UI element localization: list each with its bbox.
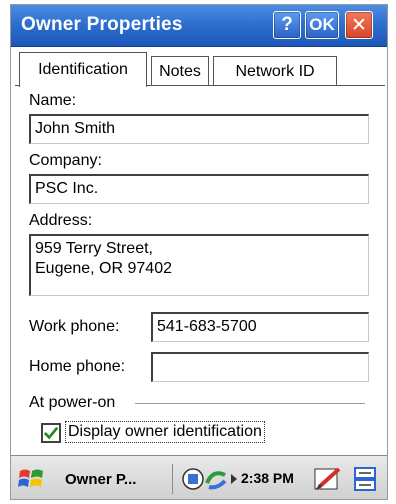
company-label: Company: bbox=[29, 152, 102, 169]
clock[interactable]: 2:38 PM bbox=[241, 470, 294, 486]
ok-button[interactable]: OK bbox=[305, 11, 339, 39]
power-on-group-label: At power-on bbox=[29, 394, 116, 411]
taskbar: Owner P... 2:38 PM bbox=[11, 455, 387, 499]
tab-identification[interactable]: Identification bbox=[19, 52, 147, 87]
help-button[interactable]: ? bbox=[273, 11, 301, 39]
display-owner-checkbox[interactable] bbox=[41, 423, 61, 443]
close-button[interactable]: ✕ bbox=[345, 11, 373, 39]
taskbar-app-button[interactable]: Owner P... bbox=[55, 464, 173, 494]
windows-flag-icon[interactable] bbox=[17, 466, 47, 492]
address-field[interactable]: 959 Terry Street, Eugene, OR 97402 bbox=[29, 234, 369, 296]
title-bar: Owner Properties ? OK ✕ bbox=[11, 5, 387, 47]
work-phone-label: Work phone: bbox=[29, 318, 120, 335]
edit-icon[interactable] bbox=[313, 465, 343, 493]
window-title: Owner Properties bbox=[21, 14, 183, 35]
work-phone-field[interactable]: 541-683-5700 bbox=[151, 312, 369, 342]
sync-icon bbox=[205, 471, 237, 490]
display-owner-label[interactable]: Display owner identification bbox=[65, 421, 265, 443]
name-label: Name: bbox=[29, 92, 77, 109]
address-label: Address: bbox=[29, 212, 93, 229]
device-screen: Owner Properties ? OK ✕ Identification N… bbox=[10, 4, 388, 500]
checkmark-icon bbox=[43, 426, 59, 440]
name-field[interactable]: John Smith bbox=[29, 114, 369, 144]
network-icon bbox=[182, 468, 204, 490]
keyboard-icon[interactable] bbox=[351, 465, 381, 493]
tab-strip: Identification Notes Network ID bbox=[15, 52, 385, 87]
tray-status-icons bbox=[181, 465, 239, 493]
identification-panel: Name: John Smith Company: PSC Inc. Addre… bbox=[15, 85, 385, 457]
tab-notes[interactable]: Notes bbox=[151, 56, 209, 86]
home-phone-field[interactable] bbox=[151, 352, 369, 382]
home-phone-label: Home phone: bbox=[29, 358, 126, 375]
tab-network-id[interactable]: Network ID bbox=[213, 56, 337, 86]
company-field[interactable]: PSC Inc. bbox=[29, 174, 369, 204]
group-divider bbox=[135, 403, 365, 404]
